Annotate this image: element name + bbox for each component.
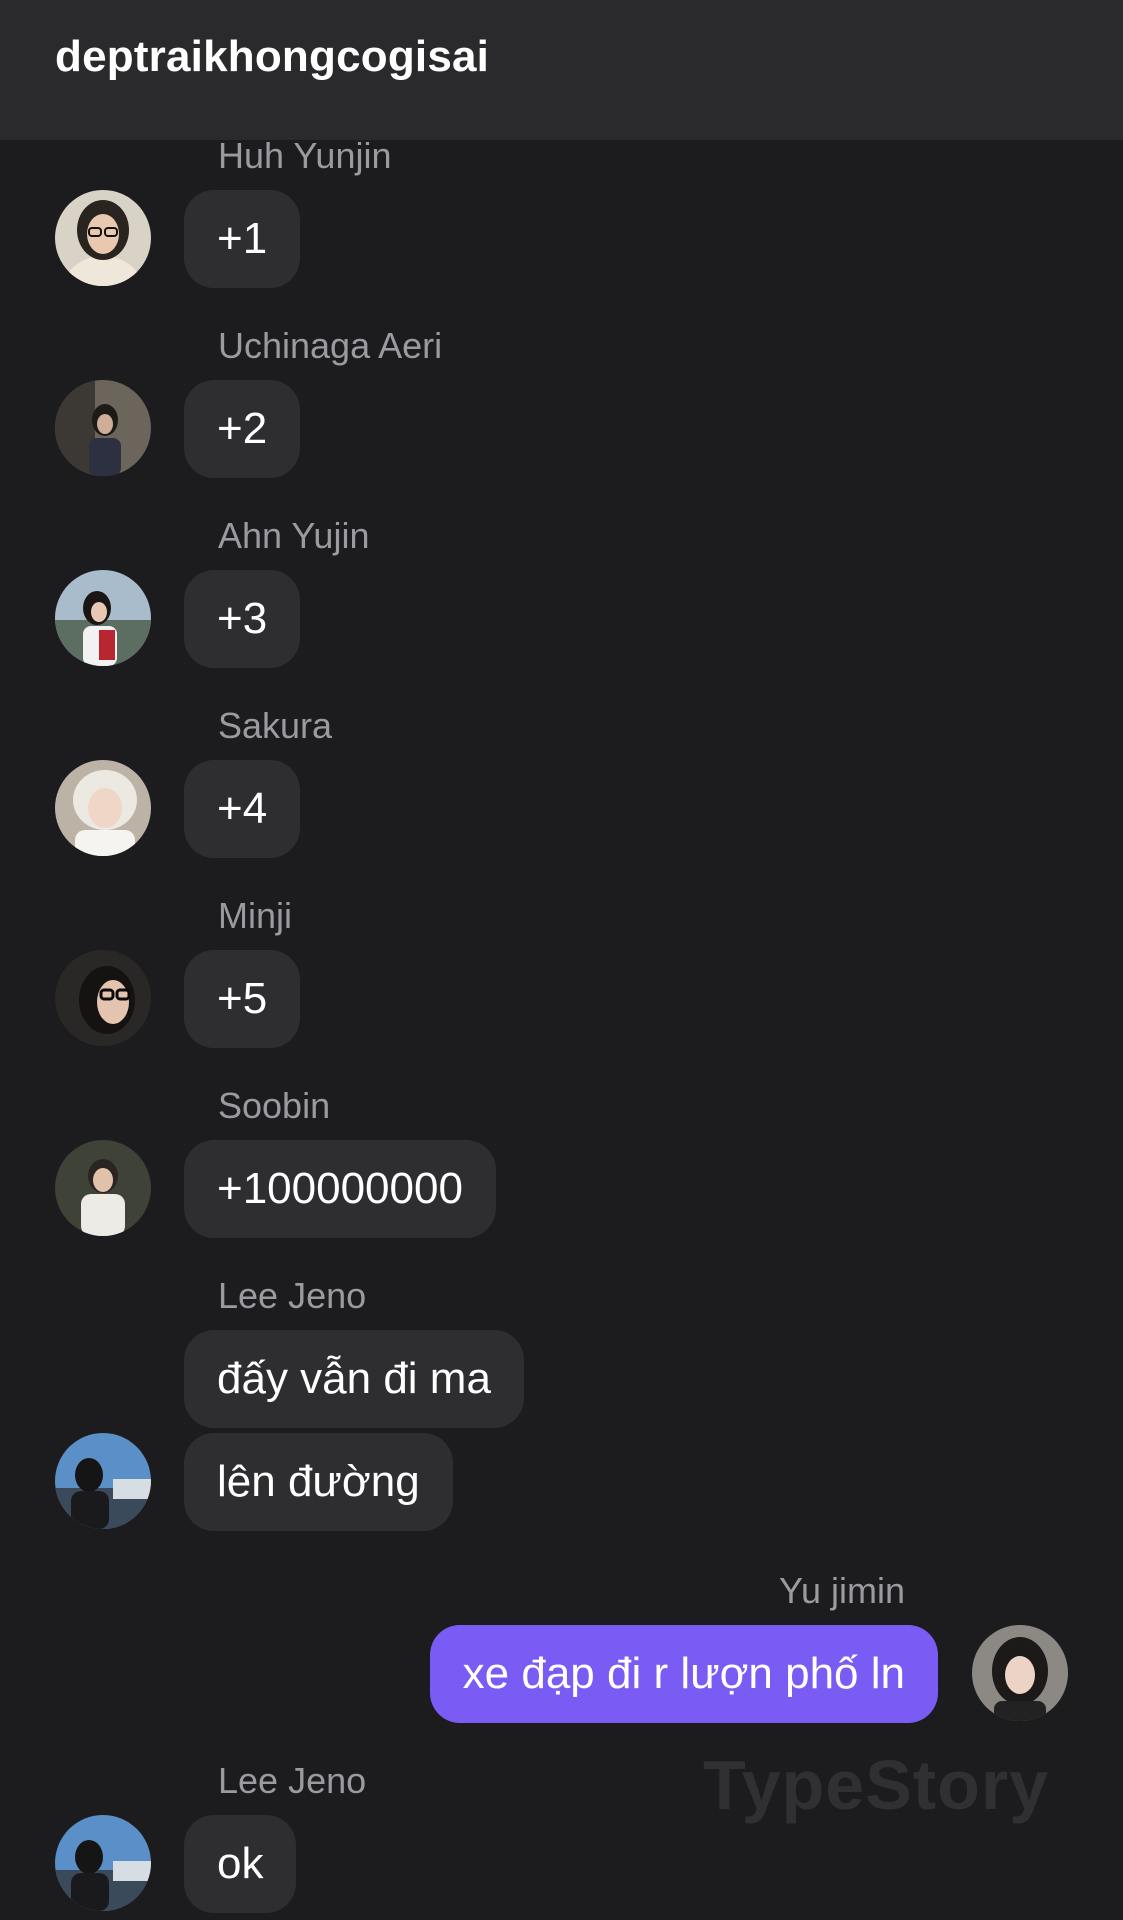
sender-name: Yu jimin — [778, 1570, 905, 1611]
avatar[interactable] — [55, 190, 151, 286]
sender-name: Lee Jeno — [218, 1760, 367, 1801]
avatar[interactable] — [55, 380, 151, 476]
message-bubble[interactable]: +5 — [184, 950, 301, 1048]
sender-name: Minji — [218, 895, 293, 936]
watermark-logo: TypeStory — [703, 1746, 1050, 1824]
sender-name: Huh Yunjin — [218, 135, 392, 176]
message-bubble[interactable]: đấy vẫn đi ma — [184, 1330, 524, 1428]
message-bubble[interactable]: +1 — [184, 190, 301, 288]
sender-name: Sakura — [218, 705, 333, 746]
chat-header: deptraikhongcogisai — [0, 0, 1123, 140]
message-bubble[interactable]: lên đường — [184, 1433, 453, 1531]
avatar[interactable] — [55, 1433, 151, 1529]
message-bubble[interactable]: +2 — [184, 380, 301, 478]
sender-name: Uchinaga Aeri — [218, 325, 443, 366]
avatar[interactable] — [972, 1625, 1068, 1721]
message-bubble-sent[interactable]: xe đạp đi r lượn phố ln — [429, 1625, 938, 1723]
message-bubble[interactable]: +100000000 — [184, 1140, 496, 1238]
chat-title: deptraikhongcogisai — [55, 32, 490, 81]
avatar[interactable] — [55, 760, 151, 856]
sender-name: Ahn Yujin — [218, 515, 370, 556]
avatar[interactable] — [55, 950, 151, 1046]
message-bubble[interactable]: +4 — [184, 760, 301, 858]
avatar[interactable] — [55, 1140, 151, 1236]
sender-name: Soobin — [218, 1085, 331, 1126]
message-bubble[interactable]: +3 — [184, 570, 301, 668]
avatar[interactable] — [55, 570, 151, 666]
message-bubble[interactable]: ok — [184, 1815, 297, 1913]
sender-name: Lee Jeno — [218, 1275, 367, 1316]
avatar[interactable] — [55, 1815, 151, 1911]
